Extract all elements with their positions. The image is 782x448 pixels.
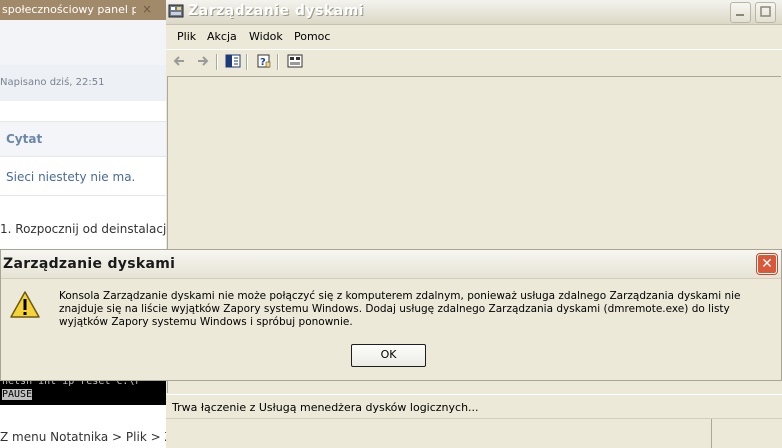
quote-label: Cytat [6,132,43,146]
warning-icon [10,291,40,318]
forward-arrow-icon [198,56,209,66]
divider [0,195,166,196]
quote-header: Cytat [0,121,166,157]
post-step-text: 1. Rozpocznij od deinstalacji w [0,222,184,236]
error-dialog: Zarządzanie dyskami ✕ Konsola Zarządzani… [0,249,782,381]
minimize-button[interactable] [730,2,751,23]
dialog-titlebar[interactable]: Zarządzanie dyskami ✕ [1,250,781,279]
status-bar-panel [711,419,782,448]
code-line: PAUSE [2,389,33,400]
dialog-message: Konsola Zarządzanie dyskami nie może poł… [59,290,741,328]
post-date-row: Napisano dziś, 22:51 [0,65,166,101]
menu-widok[interactable]: Widok [249,30,283,43]
browser-tab[interactable]: społecznościowy panel po... × [0,0,166,20]
tab-close-icon[interactable]: × [140,2,154,16]
help-icon: ? [257,54,271,68]
menu-plik[interactable]: Plik [177,30,196,43]
window-titlebar[interactable]: Zarządzanie dyskami [166,0,782,25]
dialog-title: Zarządzanie dyskami [3,256,176,272]
status-text: Trwa łączenie z Usługą menedżera dysków … [172,401,479,414]
disk-management-app-icon [168,4,184,18]
properties-icon [287,54,303,68]
toolbar: ? [166,49,782,74]
help-button[interactable]: ? [255,53,273,71]
back-button[interactable] [171,53,189,71]
toolbar-separator [216,54,218,70]
menu-akcja[interactable]: Akcja [207,30,237,43]
maximize-icon [760,6,771,17]
dialog-close-button[interactable]: ✕ [757,254,777,274]
maximize-button[interactable] [755,2,776,23]
status-bar: Trwa łączenie z Usługą menedżera dysków … [166,394,782,419]
post-header-strip [0,20,166,66]
window-title: Zarządzanie dyskami [188,3,364,19]
menu-pomoc[interactable]: Pomoc [294,30,330,43]
properties-button[interactable] [286,53,304,71]
quote-text: Sieci niestety nie ma. [6,170,136,184]
minimize-icon [736,14,744,16]
show-hide-tree-button[interactable] [224,53,242,71]
browser-tab-title: społecznościowy panel po... [2,3,136,16]
post-instruction-text: Z menu Notatnika > Plik > Z [0,430,173,444]
menu-bar: Plik Akcja Widok Pomoc [166,27,782,47]
back-arrow-icon [173,56,184,66]
toolbar-separator [246,54,248,70]
status-bar-lower [166,418,782,448]
toolbar-separator [277,54,279,70]
post-date: Napisano dziś, 22:51 [0,77,105,88]
svg-text:?: ? [260,57,266,68]
console-tree-icon [225,54,241,68]
ok-button[interactable]: OK [351,344,426,367]
forward-button[interactable] [193,53,211,71]
close-icon: ✕ [761,256,773,272]
